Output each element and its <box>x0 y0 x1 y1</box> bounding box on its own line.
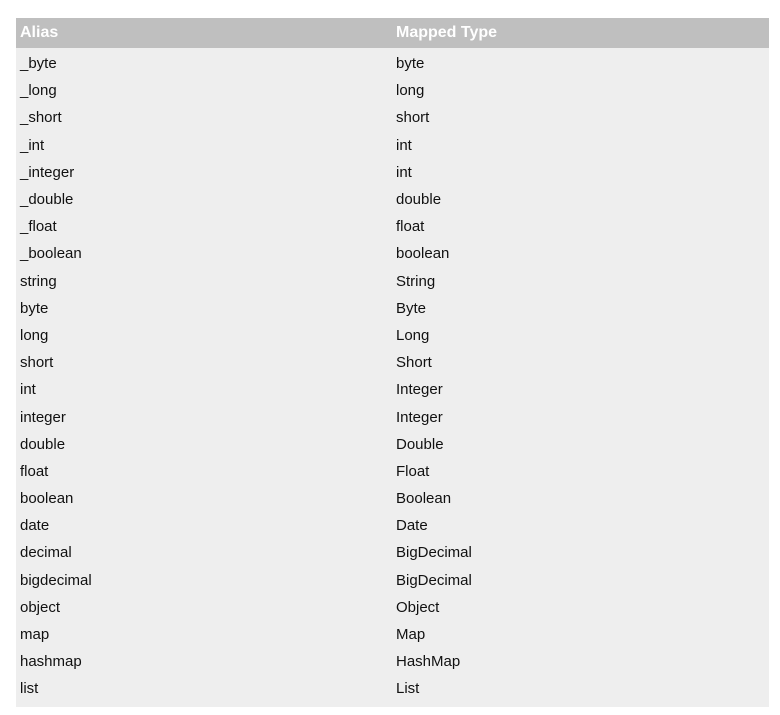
table-row: short Short <box>16 349 769 376</box>
alias-cell: _byte <box>20 55 57 73</box>
header-alias: Alias <box>20 24 59 41</box>
table-row: _double double <box>16 186 769 213</box>
alias-cell: _long <box>20 82 57 100</box>
mapped-type-cell: int <box>396 136 412 154</box>
table-row: _long long <box>16 77 769 104</box>
table-row: date Date <box>16 512 769 539</box>
table-row: float Float <box>16 458 769 485</box>
mapped-type-cell: Boolean <box>396 490 452 508</box>
mapped-type-cell: long <box>396 82 425 100</box>
mapped-type-cell: Date <box>396 517 428 535</box>
table-row: bigdecimal BigDecimal <box>16 567 769 594</box>
mapped-type-cell: Long <box>396 326 430 344</box>
alias-cell: bigdecimal <box>20 571 92 589</box>
alias-cell: map <box>20 626 50 644</box>
alias-cell: double <box>20 435 66 453</box>
alias-cell: hashmap <box>20 653 82 671</box>
table-row: _float float <box>16 213 769 240</box>
table-row: _integer int <box>16 159 769 186</box>
table-row: long Long <box>16 322 769 349</box>
mapped-type-cell: List <box>396 680 420 698</box>
mapped-type-cell: Float <box>396 462 430 480</box>
table-header-row: Alias Mapped Type <box>16 18 769 48</box>
alias-cell: _short <box>20 109 62 127</box>
mapped-type-cell: Integer <box>396 408 443 426</box>
mapped-type-cell: int <box>396 163 412 181</box>
alias-cell: _boolean <box>20 245 82 263</box>
alias-cell: _float <box>20 218 57 236</box>
mapped-type-cell: Map <box>396 626 426 644</box>
mapped-type-cell: byte <box>396 55 425 73</box>
mapped-type-cell: boolean <box>396 245 450 263</box>
table-row: _int int <box>16 132 769 159</box>
table-row: boolean Boolean <box>16 485 769 512</box>
alias-cell: date <box>20 517 50 535</box>
header-mapped-type: Mapped Type <box>396 24 498 41</box>
type-alias-table: Alias Mapped Type _byte byte _long long _sho… <box>16 18 769 707</box>
table-row: decimal BigDecimal <box>16 539 769 566</box>
table-row: _byte byte <box>16 50 769 77</box>
table-row: _short short <box>16 104 769 131</box>
alias-cell: list <box>20 680 39 698</box>
table-row: int Integer <box>16 376 769 403</box>
alias-cell: _double <box>20 191 74 209</box>
table-row: byte Byte <box>16 295 769 322</box>
alias-cell: _int <box>20 136 45 154</box>
table-row: hashmap HashMap <box>16 648 769 675</box>
alias-cell: decimal <box>20 544 72 562</box>
mapped-type-cell: float <box>396 218 425 236</box>
mapped-type-cell: Double <box>396 435 444 453</box>
mapped-type-cell: HashMap <box>396 653 461 671</box>
mapped-type-cell: short <box>396 109 430 127</box>
alias-cell: byte <box>20 299 49 317</box>
table-row: list List <box>16 675 769 702</box>
mapped-type-cell: Object <box>396 598 440 616</box>
alias-cell: object <box>20 598 61 616</box>
alias-cell: _integer <box>20 163 75 181</box>
alias-cell: integer <box>20 408 66 426</box>
alias-cell: long <box>20 326 49 344</box>
mapped-type-cell: BigDecimal <box>396 544 472 562</box>
mapped-type-cell: BigDecimal <box>396 571 472 589</box>
mapped-type-cell: double <box>396 191 442 209</box>
alias-cell: short <box>20 354 54 372</box>
mapped-type-cell: Byte <box>396 299 427 317</box>
alias-cell: boolean <box>20 490 74 508</box>
mapped-type-cell: String <box>396 272 436 290</box>
table-row: string String <box>16 268 769 295</box>
table-row: integer Integer <box>16 403 769 430</box>
table-row: _boolean boolean <box>16 240 769 267</box>
mapped-type-cell: Short <box>396 354 432 372</box>
mapped-type-cell: Integer <box>396 381 443 399</box>
alias-cell: string <box>20 272 57 290</box>
alias-cell: float <box>20 462 49 480</box>
table-row: double Double <box>16 431 769 458</box>
alias-cell: int <box>20 381 36 399</box>
table-row: map Map <box>16 621 769 648</box>
table-body: _byte byte _long long _short short _int int _int… <box>16 48 769 707</box>
table-row: object Object <box>16 594 769 621</box>
